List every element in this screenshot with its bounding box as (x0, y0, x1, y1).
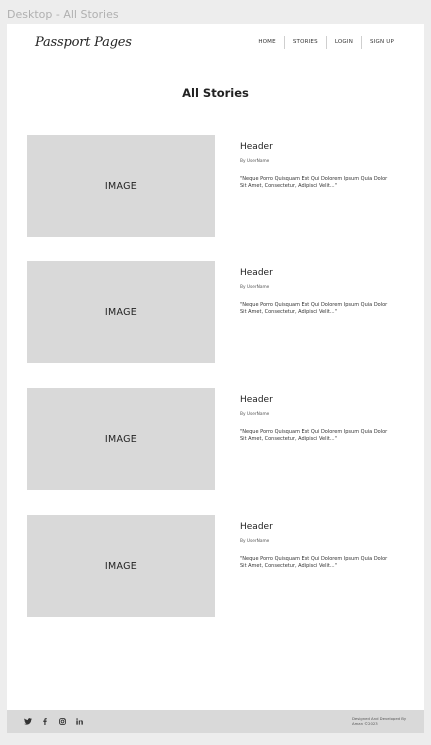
story-header[interactable]: Header (240, 522, 273, 532)
instagram-icon[interactable] (58, 716, 66, 726)
social-links (24, 716, 83, 726)
twitter-icon[interactable] (24, 716, 32, 726)
story-excerpt: "Neque Porro Quisquam Est Qui Dolorem Ip… (240, 429, 388, 442)
main-nav: HOME STORIES LOGIN SIGN UP (250, 36, 402, 49)
story-excerpt: "Neque Porro Quisquam Est Qui Dolorem Ip… (240, 556, 388, 569)
nav-login[interactable]: LOGIN (325, 36, 361, 49)
footer-credit: Designed And Developed By Aman ©2023 (352, 716, 407, 726)
facebook-icon[interactable] (41, 716, 49, 726)
story-author: By UserName (240, 539, 270, 544)
nav-home[interactable]: HOME (250, 36, 284, 49)
story-image[interactable]: IMAGE (27, 388, 215, 490)
story-excerpt: "Neque Porro Quisquam Est Qui Dolorem Ip… (240, 302, 388, 315)
story-card: IMAGE Header By UserName "Neque Porro Qu… (27, 515, 407, 617)
page: Passport Pages HOME STORIES LOGIN SIGN U… (7, 24, 424, 733)
story-header[interactable]: Header (240, 395, 273, 405)
frame-label: Desktop - All Stories (7, 8, 119, 21)
story-excerpt: "Neque Porro Quisquam Est Qui Dolorem Ip… (240, 176, 388, 189)
story-author: By UserName (240, 159, 270, 164)
story-image[interactable]: IMAGE (27, 515, 215, 617)
story-card: IMAGE Header By UserName "Neque Porro Qu… (27, 388, 407, 490)
page-title: All Stories (182, 86, 249, 100)
story-image[interactable]: IMAGE (27, 261, 215, 363)
story-header[interactable]: Header (240, 142, 273, 152)
nav-sign-up[interactable]: SIGN UP (361, 36, 402, 49)
story-image[interactable]: IMAGE (27, 135, 215, 237)
nav-stories[interactable]: STORIES (283, 36, 326, 49)
story-author: By UserName (240, 285, 270, 290)
linkedin-icon[interactable] (75, 716, 83, 726)
footer: Designed And Developed By Aman ©2023 (7, 710, 424, 733)
story-card: IMAGE Header By UserName "Neque Porro Qu… (27, 261, 407, 363)
story-card: IMAGE Header By UserName "Neque Porro Qu… (27, 135, 407, 237)
story-author: By UserName (240, 412, 270, 417)
brand-logo[interactable]: Passport Pages (35, 35, 132, 50)
story-header[interactable]: Header (240, 268, 273, 278)
